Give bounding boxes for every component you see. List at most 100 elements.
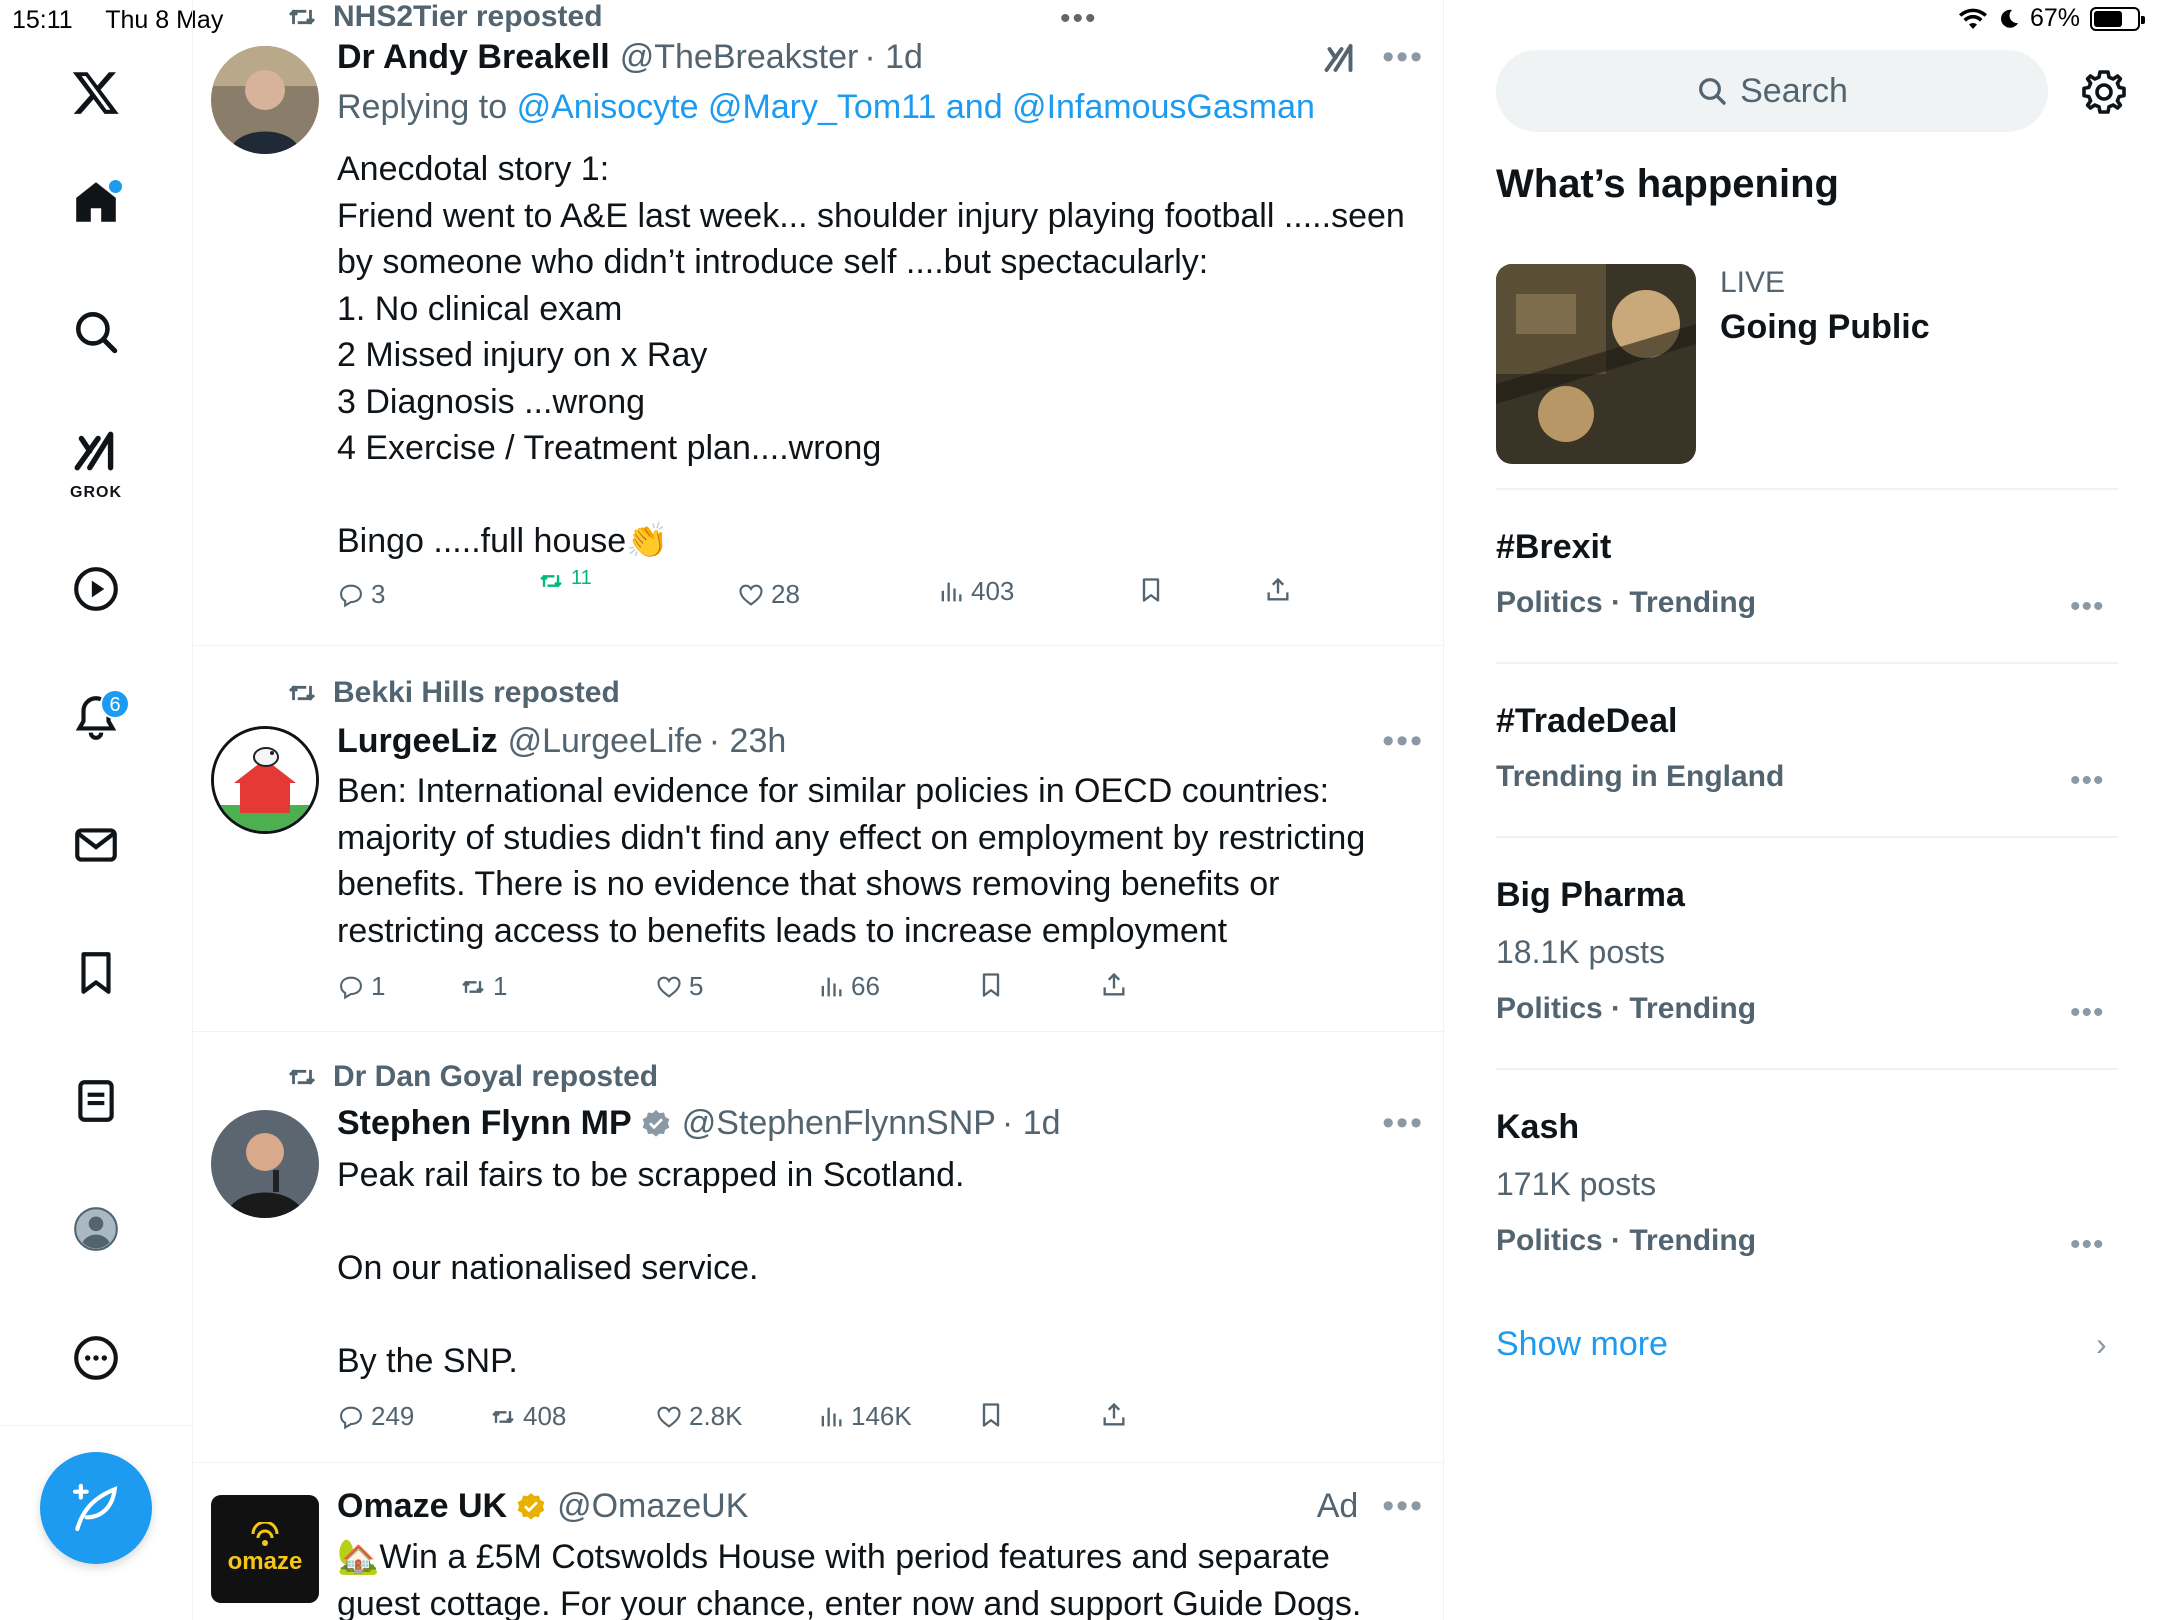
author-name[interactable]: Stephen Flynn MP [337, 1104, 632, 1143]
avatar[interactable] [211, 726, 319, 834]
author-name[interactable]: LurgeeLiz [337, 722, 498, 761]
divider [1496, 1068, 2118, 1070]
live-event-thumbnail[interactable] [1496, 264, 1696, 464]
bookmark-button[interactable] [1137, 576, 1165, 604]
author-handle[interactable]: @TheBreakster [620, 38, 859, 77]
author-handle[interactable]: @LurgeeLife [508, 722, 703, 761]
views-chart-icon [941, 582, 962, 601]
repost-icon [540, 574, 562, 588]
post-more-icon[interactable]: ••• [1382, 1104, 1424, 1143]
post[interactable]: NHS2Tier reposted Dr Andy Breakell @TheB… [193, 0, 1443, 646]
sidebar-item-home[interactable] [60, 166, 132, 238]
post-header-actions: ••• [1382, 1104, 1424, 1143]
grok-icon[interactable] [1322, 40, 1358, 76]
replying-mentions[interactable]: @Anisocyte @Mary_Tom11 and @InfamousGasm… [517, 88, 1315, 126]
chevron-right-icon[interactable]: › [2096, 1326, 2107, 1363]
repost-count: 11 [571, 567, 592, 589]
ad-post[interactable]: omaze Omaze UK @OmazeUK Ad ••• 🏡Win a £5… [193, 1463, 1443, 1620]
gear-icon[interactable] [2080, 68, 2128, 116]
mail-icon [75, 828, 117, 862]
author-name[interactable]: Omaze UK [337, 1487, 507, 1526]
reply-button[interactable]: 3 [337, 579, 385, 610]
trend-more-icon[interactable]: ••• [2070, 996, 2105, 1030]
trend-meta: Politics · Trending [1496, 992, 1757, 1025]
author-name[interactable]: Dr Andy Breakell [337, 38, 610, 77]
share-icon [1103, 972, 1125, 996]
share-button[interactable] [1100, 971, 1128, 999]
sidebar-item-bookmarks[interactable] [60, 937, 132, 1009]
post-header: Dr Andy Breakell @TheBreakster · 1d [337, 38, 1424, 77]
bookmark-button[interactable] [977, 1401, 1005, 1429]
bookmark-icon [982, 973, 1000, 997]
verified-gold-badge-icon [517, 1492, 545, 1520]
post-text: Ben: International evidence for similar … [337, 772, 1375, 950]
like-count: 5 [689, 971, 704, 1001]
trend-more-icon[interactable]: ••• [2070, 1228, 2105, 1262]
post-time[interactable]: · 23h [709, 722, 787, 761]
bookmark-button[interactable] [977, 971, 1005, 999]
post[interactable]: Bekki Hills reposted LurgeeLiz @LurgeeLi… [193, 646, 1443, 1032]
repost-button[interactable]: 1 [459, 971, 507, 1002]
sidebar-item-more[interactable] [60, 1322, 132, 1394]
reply-button[interactable]: 249 [337, 1401, 414, 1432]
post-time[interactable]: · 1d [1002, 1104, 1061, 1143]
sidebar-item-notifications[interactable]: 6 [60, 681, 132, 753]
post-more-icon[interactable]: ••• [1382, 1487, 1424, 1526]
post[interactable]: Dr Dan Goyal reposted Stephen Flynn MP @… [193, 1032, 1443, 1463]
sidebar-item-videos[interactable] [60, 553, 132, 625]
like-button[interactable]: 2.8K [655, 1401, 743, 1432]
repost-button[interactable]: 408 [489, 1401, 566, 1432]
like-count: 28 [771, 579, 800, 609]
sidebar-item-explore[interactable] [60, 296, 132, 368]
home-new-dot [109, 180, 122, 193]
post-text: Anecdotal story 1: Friend went to A&E la… [337, 150, 1405, 560]
post-actions: 249 408 2.8K 146K [337, 1401, 1337, 1441]
repost-icon [462, 980, 484, 993]
sidebar-item-profile[interactable] [60, 1193, 132, 1265]
views-button[interactable]: 403 [937, 576, 1014, 607]
views-count: 66 [851, 971, 880, 1001]
compose-feather-icon [72, 1483, 118, 1532]
live-event-title[interactable]: Going Public [1720, 308, 1930, 347]
sidebar-item-messages[interactable] [60, 809, 132, 881]
trend-more-icon[interactable]: ••• [2070, 590, 2105, 624]
author-handle[interactable]: @StephenFlynnSNP [682, 1104, 996, 1143]
trend-more-icon[interactable]: ••• [2070, 764, 2105, 798]
sidebar-item-lists[interactable] [60, 1065, 132, 1137]
reply-icon [340, 584, 362, 607]
list-icon [78, 1080, 114, 1122]
repost-icon [288, 9, 316, 25]
share-button[interactable] [1100, 1401, 1128, 1429]
sidebar-item-grok[interactable]: GROK [60, 420, 132, 501]
search-icon [1699, 78, 1726, 105]
post-header: Stephen Flynn MP @StephenFlynnSNP · 1d [337, 1104, 1424, 1143]
replying-prefix: Replying to [337, 88, 508, 126]
views-button[interactable]: 146K [817, 1401, 912, 1432]
avatar[interactable] [211, 46, 319, 154]
show-more-link[interactable]: Show more [1496, 1325, 1668, 1364]
bookmark-icon [1142, 578, 1160, 602]
divider [1496, 836, 2118, 838]
x-logo-icon[interactable] [60, 56, 132, 128]
trend-meta: Trending in England [1496, 760, 1785, 793]
post-time[interactable]: · 1d [864, 38, 923, 77]
share-button[interactable] [1264, 576, 1292, 604]
post-more-icon[interactable]: ••• [1382, 38, 1424, 77]
repost-button[interactable]: 11 [537, 567, 592, 595]
like-button[interactable]: 28 [737, 579, 800, 610]
reply-button[interactable]: 1 [337, 971, 385, 1002]
search-placeholder: Search [1740, 71, 1848, 110]
views-button[interactable]: 66 [817, 971, 880, 1002]
author-handle[interactable]: @OmazeUK [557, 1487, 748, 1526]
live-tag: LIVE [1720, 266, 1786, 299]
profile-avatar-icon [74, 1207, 118, 1251]
post-more-icon[interactable]: ••• [1382, 722, 1424, 761]
search-input[interactable]: Search [1496, 50, 2048, 132]
compose-post-button[interactable] [40, 1452, 152, 1564]
avatar[interactable]: omaze [211, 1495, 319, 1603]
avatar[interactable] [211, 1110, 319, 1218]
reply-icon [340, 1406, 362, 1429]
reply-icon [340, 976, 362, 999]
like-button[interactable]: 5 [655, 971, 703, 1002]
right-sidebar: Search What’s happening LIVE Going Publi… [1444, 0, 2160, 1620]
